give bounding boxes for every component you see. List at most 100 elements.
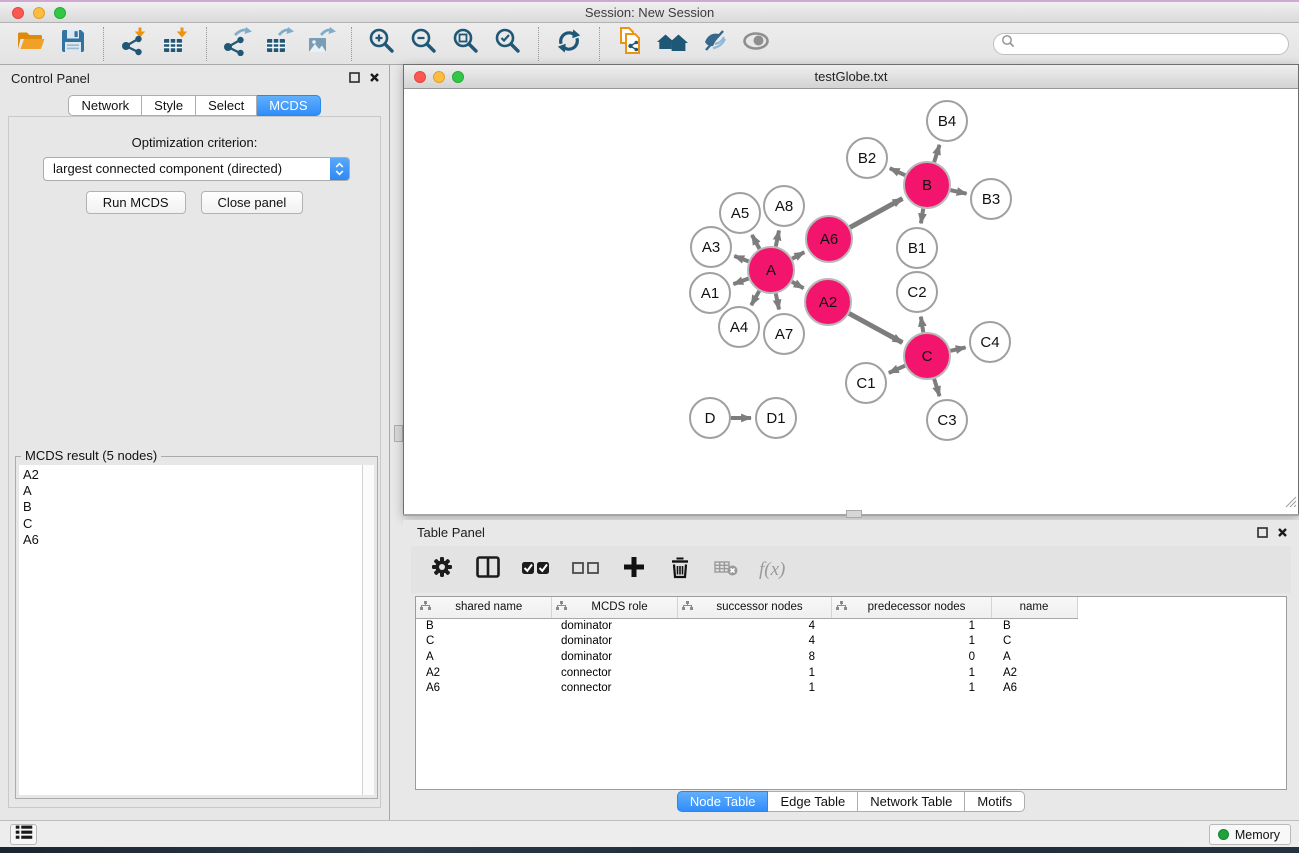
mcds-result-item[interactable]: A6 — [23, 532, 374, 548]
table-cell[interactable]: dominator — [551, 649, 677, 665]
deselect-all-button[interactable] — [571, 554, 601, 585]
graph-node-B3[interactable]: B3 — [971, 179, 1011, 219]
graph-node-A8[interactable]: A8 — [764, 186, 804, 226]
graph-node-C[interactable]: C — [904, 333, 950, 379]
memory-button[interactable]: Memory — [1209, 824, 1291, 845]
graph-node-C4[interactable]: C4 — [970, 322, 1010, 362]
zoom-in-button[interactable] — [364, 26, 400, 62]
graph-node-B1[interactable]: B1 — [897, 228, 937, 268]
mcds-result-item[interactable]: C — [23, 516, 374, 532]
table-row[interactable]: Adominator80A — [416, 649, 1286, 665]
graph-node-A3[interactable]: A3 — [691, 227, 731, 267]
table-cell[interactable]: dominator — [551, 618, 677, 634]
table-cell[interactable]: 4 — [677, 618, 831, 634]
tab-network-table[interactable]: Network Table — [858, 791, 965, 812]
select-all-button[interactable] — [521, 554, 551, 585]
tab-node-table[interactable]: Node Table — [677, 791, 769, 812]
mcds-result-item[interactable]: B — [23, 499, 374, 515]
table-cell[interactable]: 1 — [831, 665, 991, 681]
zoom-selected-button[interactable] — [490, 26, 526, 62]
table-cell[interactable]: A — [416, 649, 551, 665]
graph-node-A5[interactable]: A5 — [720, 193, 760, 233]
open-session-button[interactable] — [13, 26, 49, 62]
close-panel-icon[interactable] — [369, 72, 380, 83]
delete-table-button[interactable] — [713, 554, 739, 585]
table-cell[interactable]: 1 — [677, 665, 831, 681]
task-history-button[interactable] — [10, 824, 37, 845]
table-cell[interactable]: 8 — [677, 649, 831, 665]
zoom-fit-button[interactable] — [448, 26, 484, 62]
column-header-successor-nodes[interactable]: successor nodes — [677, 597, 831, 618]
table-cell[interactable]: A2 — [991, 665, 1077, 681]
table-cell[interactable]: A2 — [416, 665, 551, 681]
tab-mcds[interactable]: MCDS — [257, 95, 320, 116]
table-row[interactable]: Cdominator41C — [416, 634, 1286, 650]
table-cell[interactable]: B — [416, 618, 551, 634]
table-cell[interactable]: 1 — [831, 618, 991, 634]
float-panel-icon[interactable] — [349, 72, 360, 83]
table-cell[interactable]: 1 — [677, 680, 831, 696]
refresh-button[interactable] — [551, 26, 587, 62]
horizontal-split-handle[interactable] — [846, 510, 862, 518]
window-resize-grip[interactable] — [1283, 494, 1297, 513]
table-row[interactable]: A2connector11A2 — [416, 665, 1286, 681]
table-cell[interactable]: A6 — [991, 680, 1077, 696]
search-box[interactable] — [993, 33, 1289, 55]
delete-column-button[interactable] — [667, 554, 693, 585]
export-network-button[interactable] — [219, 26, 255, 62]
graph-node-B2[interactable]: B2 — [847, 138, 887, 178]
save-session-button[interactable] — [55, 26, 91, 62]
table-cell[interactable]: C — [991, 634, 1077, 650]
search-input[interactable] — [1020, 37, 1281, 51]
graph-node-D[interactable]: D — [690, 398, 730, 438]
table-cell[interactable]: A — [991, 649, 1077, 665]
zoom-out-button[interactable] — [406, 26, 442, 62]
table-cell[interactable]: 1 — [831, 680, 991, 696]
import-table-button[interactable] — [158, 26, 194, 62]
close-panel-icon[interactable] — [1277, 527, 1288, 538]
clone-network-button[interactable] — [612, 26, 648, 62]
table-settings-button[interactable] — [429, 554, 455, 585]
table-row[interactable]: A6connector11A6 — [416, 680, 1286, 696]
add-column-button[interactable] — [621, 554, 647, 585]
table-row[interactable]: Bdominator41B — [416, 618, 1286, 634]
float-panel-icon[interactable] — [1257, 527, 1268, 538]
tab-motifs[interactable]: Motifs — [965, 791, 1025, 812]
column-view-button[interactable] — [475, 554, 501, 585]
tab-style[interactable]: Style — [142, 95, 196, 116]
graph-node-B[interactable]: B — [904, 162, 950, 208]
function-builder-button[interactable]: f(x) — [759, 559, 785, 581]
graph-node-B4[interactable]: B4 — [927, 101, 967, 141]
graph-node-C3[interactable]: C3 — [927, 400, 967, 440]
table-cell[interactable]: connector — [551, 665, 677, 681]
run-mcds-button[interactable]: Run MCDS — [86, 191, 186, 214]
graph-node-C2[interactable]: C2 — [897, 272, 937, 312]
toggle-graphics-details-button[interactable] — [696, 26, 732, 62]
graph-node-D1[interactable]: D1 — [756, 398, 796, 438]
table-cell[interactable]: B — [991, 618, 1077, 634]
home-button[interactable] — [654, 26, 690, 62]
table-cell[interactable]: 4 — [677, 634, 831, 650]
table-cell[interactable]: connector — [551, 680, 677, 696]
column-header-name[interactable]: name — [991, 597, 1077, 618]
mcds-result-item[interactable]: A2 — [23, 467, 374, 483]
table-cell[interactable]: dominator — [551, 634, 677, 650]
list-scrollbar[interactable] — [362, 465, 374, 795]
mcds-result-list[interactable]: A2ABCA6 — [19, 465, 374, 795]
column-header-mcds-role[interactable]: MCDS role — [551, 597, 677, 618]
show-hide-panels-button[interactable] — [738, 26, 774, 62]
column-header-predecessor-nodes[interactable]: predecessor nodes — [831, 597, 991, 618]
table-cell[interactable]: 0 — [831, 649, 991, 665]
vertical-split-handle[interactable] — [394, 425, 403, 442]
table-cell[interactable]: C — [416, 634, 551, 650]
tab-edge-table[interactable]: Edge Table — [768, 791, 858, 812]
graph-node-A4[interactable]: A4 — [719, 307, 759, 347]
mcds-result-item[interactable]: A — [23, 483, 374, 499]
table-cell[interactable]: A6 — [416, 680, 551, 696]
tab-network[interactable]: Network — [68, 95, 142, 116]
graph-node-A6[interactable]: A6 — [806, 216, 852, 262]
import-network-button[interactable] — [116, 26, 152, 62]
graph-node-A2[interactable]: A2 — [805, 279, 851, 325]
table-cell[interactable]: 1 — [831, 634, 991, 650]
graph-node-C1[interactable]: C1 — [846, 363, 886, 403]
